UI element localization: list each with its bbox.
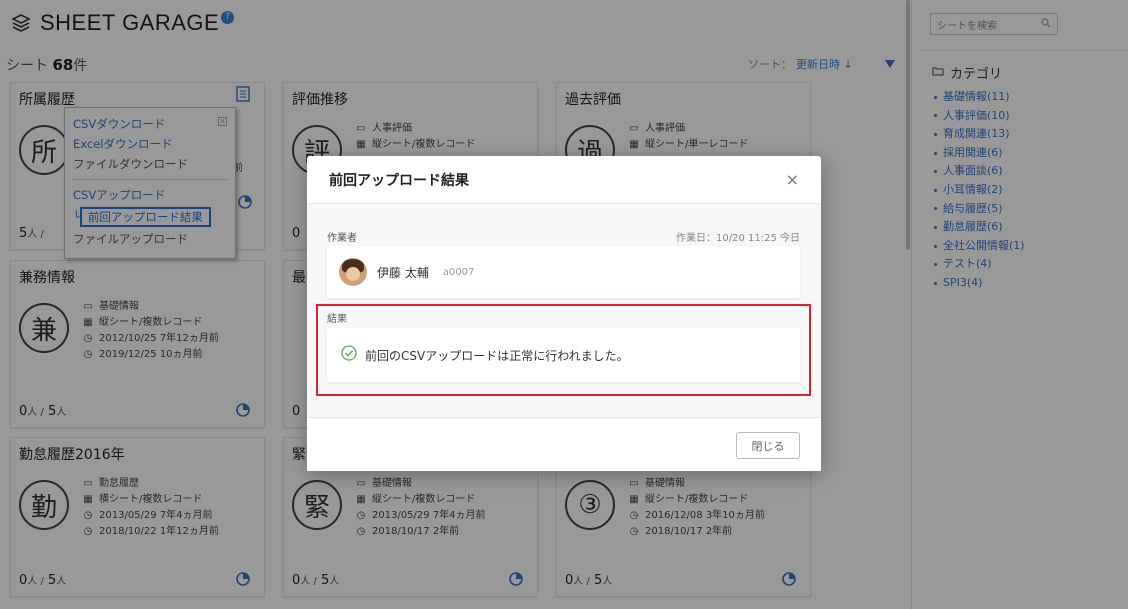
avatar [339, 258, 367, 286]
app-page: SHEET GARAGE ? シート 68件 ソート： 更新日時 ↓ 所属履歴 … [0, 0, 1128, 609]
worker-card: 伊藤 太輔 a0007 [327, 246, 800, 298]
work-date: 作業日：10/20 11:25 今日 [676, 233, 800, 244]
result-highlight-box [316, 304, 811, 396]
upload-result-modal: 前回アップロード結果 × 作業者 作業日：10/20 11:25 今日 伊藤 太… [307, 156, 821, 471]
close-button[interactable]: 閉じる [736, 432, 800, 459]
modal-title: 前回アップロード結果 [329, 172, 469, 189]
modal-header: 前回アップロード結果 × [307, 156, 821, 204]
close-icon[interactable]: × [786, 170, 799, 189]
modal-footer: 閉じる [307, 417, 821, 471]
worker-name: 伊藤 太輔 [377, 265, 429, 280]
worker-id: a0007 [442, 266, 475, 278]
worker-label: 作業者 [327, 233, 357, 244]
